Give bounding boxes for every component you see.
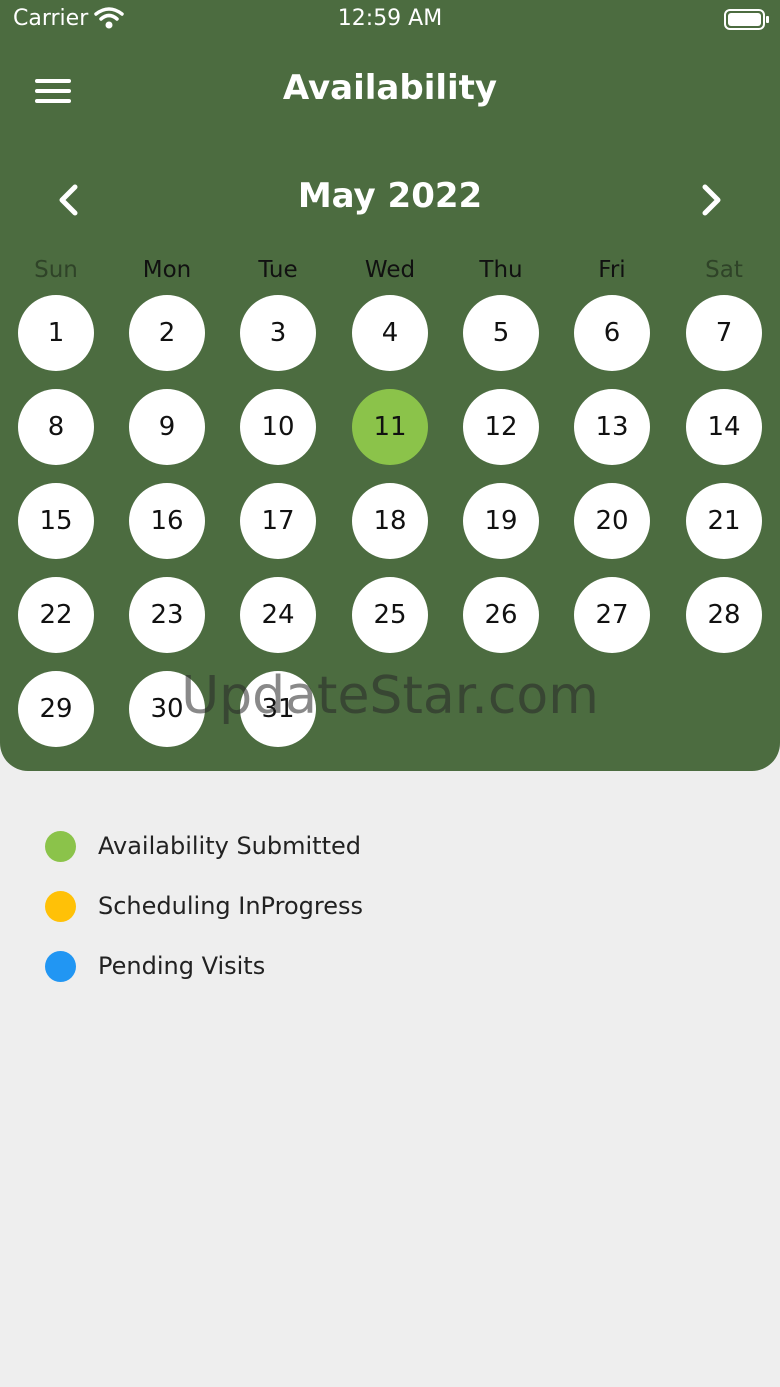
calendar-day-14[interactable]: 14	[686, 389, 762, 465]
weekday-thu: Thu	[479, 257, 523, 283]
battery-icon	[724, 9, 770, 35]
weekday-sat: Sat	[705, 257, 743, 283]
calendar-day-13[interactable]: 13	[574, 389, 650, 465]
calendar-day-4[interactable]: 4	[352, 295, 428, 371]
calendar-day-16[interactable]: 16	[129, 483, 205, 559]
status-time: 12:59 AM	[337, 6, 443, 31]
calendar-day-23[interactable]: 23	[129, 577, 205, 653]
calendar-day-6[interactable]: 6	[574, 295, 650, 371]
chevron-right-icon	[702, 184, 721, 216]
legend-label: Availability Submitted	[98, 832, 361, 860]
calendar-day-9[interactable]: 9	[129, 389, 205, 465]
status-bar: Carrier 12:59 AM	[0, 0, 780, 40]
calendar-day-15[interactable]: 15	[18, 483, 94, 559]
calendar-day-18[interactable]: 18	[352, 483, 428, 559]
calendar-day-12[interactable]: 12	[463, 389, 539, 465]
calendar-day-29[interactable]: 29	[18, 671, 94, 747]
calendar-day-21[interactable]: 21	[686, 483, 762, 559]
page-title: Availability	[282, 68, 498, 108]
calendar-day-30[interactable]: 30	[129, 671, 205, 747]
legend-dot	[45, 831, 76, 862]
weekday-fri: Fri	[598, 257, 626, 283]
calendar-day-27[interactable]: 27	[574, 577, 650, 653]
calendar-day-19[interactable]: 19	[463, 483, 539, 559]
weekday-tue: Tue	[258, 257, 298, 283]
calendar-day-8[interactable]: 8	[18, 389, 94, 465]
calendar-header: Carrier 12:59 AM Availability May 2022 S…	[0, 0, 780, 771]
legend-label: Scheduling InProgress	[98, 892, 363, 920]
calendar-day-31[interactable]: 31	[240, 671, 316, 747]
calendar-day-20[interactable]: 20	[574, 483, 650, 559]
legend-dot	[45, 951, 76, 982]
calendar-day-28[interactable]: 28	[686, 577, 762, 653]
calendar-day-10[interactable]: 10	[240, 389, 316, 465]
calendar-day-22[interactable]: 22	[18, 577, 94, 653]
calendar-day-25[interactable]: 25	[352, 577, 428, 653]
calendar-day-11[interactable]: 11	[352, 389, 428, 465]
weekday-sun: Sun	[34, 257, 78, 283]
legend-label: Pending Visits	[98, 952, 266, 980]
calendar-day-17[interactable]: 17	[240, 483, 316, 559]
calendar-day-2[interactable]: 2	[129, 295, 205, 371]
weekday-mon: Mon	[142, 257, 192, 283]
calendar-day-5[interactable]: 5	[463, 295, 539, 371]
calendar-day-7[interactable]: 7	[686, 295, 762, 371]
weekday-wed: Wed	[364, 257, 416, 283]
calendar-day-24[interactable]: 24	[240, 577, 316, 653]
legend-dot	[45, 891, 76, 922]
calendar-day-3[interactable]: 3	[240, 295, 316, 371]
month-title: May 2022	[297, 176, 483, 216]
calendar-day-26[interactable]: 26	[463, 577, 539, 653]
next-month-button[interactable]	[688, 178, 732, 222]
calendar-day-1[interactable]: 1	[18, 295, 94, 371]
